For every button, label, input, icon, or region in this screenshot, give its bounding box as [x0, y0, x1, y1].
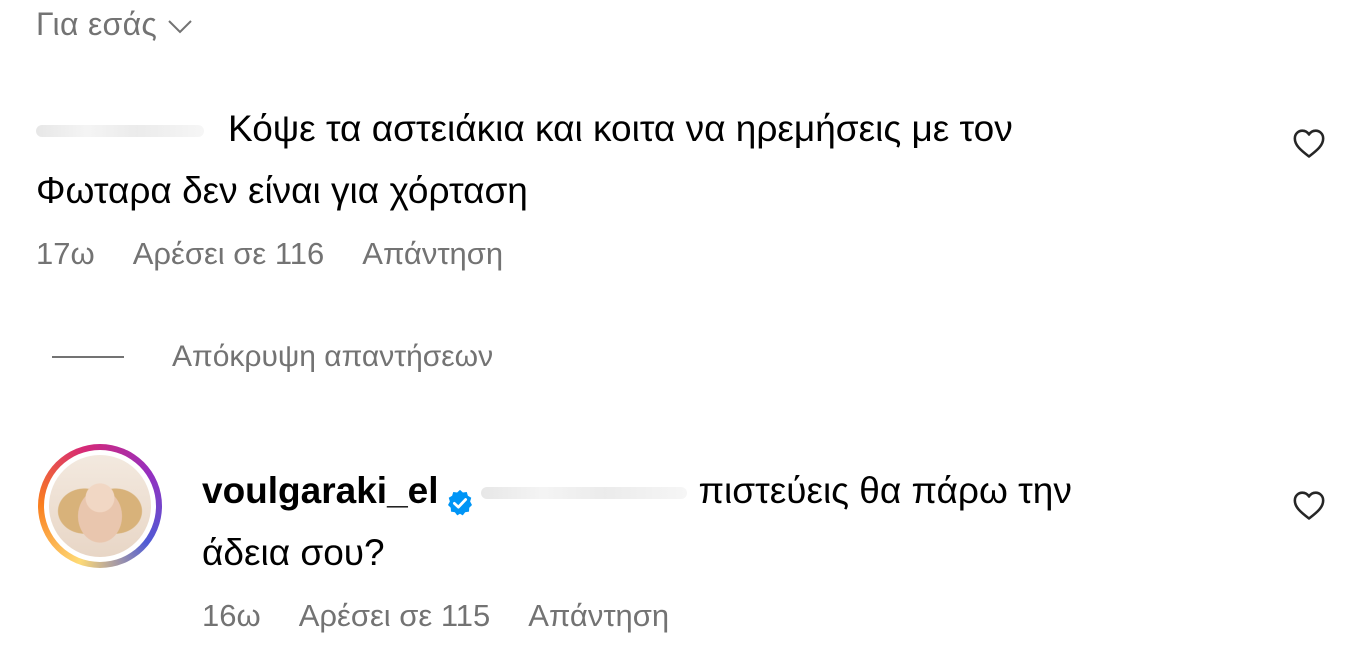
redacted-mention [480, 487, 687, 500]
reply-text-line-1: πιστεύεις θα πάρω την [698, 470, 1072, 511]
hide-replies-label: Απόκρυψη απαντήσεων [172, 340, 494, 373]
reply-comment-meta: 16ω Αρέσει σε 115 Απάντηση [202, 598, 669, 634]
reply-text-line-2: άδεια σου? [202, 532, 385, 573]
comment-text-line-2: Φωταρα δεν είναι για χόρταση [36, 170, 528, 211]
reply-comment-body: voulgaraki_el πιστεύεις θα πάρω την άδει… [202, 460, 1252, 584]
avatar[interactable] [38, 444, 162, 568]
chevron-down-icon [167, 18, 193, 36]
likes-count-link[interactable]: Αρέσει σε 115 [299, 598, 491, 634]
comment-text-line-1: Κόψε τα αστειάκια και κοιτα να ηρεμήσεις… [228, 108, 1013, 149]
comment-age: 16ω [202, 598, 261, 633]
reply-button[interactable]: Απάντηση [528, 598, 669, 634]
heart-icon[interactable] [1292, 489, 1326, 521]
redacted-username [36, 125, 204, 138]
sort-selector[interactable]: Για εσάς [36, 6, 193, 43]
hide-replies-toggle[interactable]: Απόκρυψη απαντήσεων [52, 340, 493, 374]
verified-badge-icon [445, 475, 475, 516]
username-link[interactable]: voulgaraki_el [202, 470, 439, 511]
sort-label: Για εσάς [36, 6, 158, 42]
avatar-image [49, 455, 151, 557]
heart-icon[interactable] [1292, 127, 1326, 159]
comment-body: Κόψε τα αστειάκια και κοιτα να ηρεμήσεις… [36, 98, 1236, 222]
divider-line [52, 356, 124, 358]
comment-meta: 17ω Αρέσει σε 116 Απάντηση [36, 236, 503, 272]
likes-count-link[interactable]: Αρέσει σε 116 [133, 236, 325, 272]
comment-age: 17ω [36, 236, 95, 271]
reply-button[interactable]: Απάντηση [362, 236, 503, 272]
